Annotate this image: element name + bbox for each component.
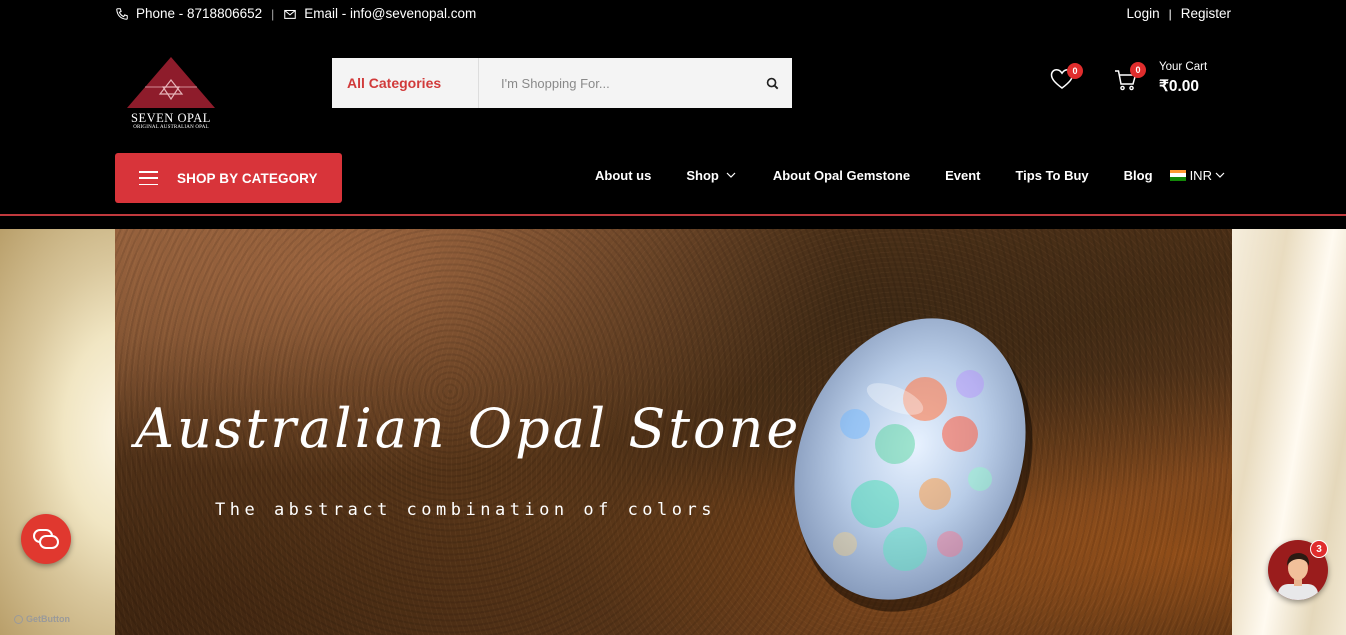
shop-by-category-label: SHOP BY CATEGORY [177,170,318,186]
chevron-down-icon [1215,172,1225,178]
nav-item-event[interactable]: Event [945,168,980,183]
logo-mark [127,57,215,108]
getbutton-icon [14,614,23,624]
nav-item-label: Event [945,167,981,183]
nav-item-label: Blog [1123,167,1153,183]
india-flag-icon [1169,169,1186,181]
cart-total: ₹0.00 [1159,78,1200,95]
login-link[interactable]: Login [1127,6,1160,21]
search-bar: All Categories [332,58,792,108]
nav-item-tips-to-buy[interactable]: Tips To Buy [1015,168,1088,183]
main-nav: About us Shop About Opal Gemstone Event … [595,166,1225,184]
cart-count-badge: 0 [1130,62,1146,78]
currency-label: INR [1189,167,1212,183]
hero-side-image-left [0,229,115,635]
phone-icon [116,7,128,20]
nav-item-label: Tips To Buy [1015,167,1089,183]
nav-item-about-us[interactable]: About us [595,168,651,183]
top-bar: Phone - 8718806652 | Email - info@seveno… [0,0,1346,30]
contact-info: Phone - 8718806652 | Email - info@seveno… [115,6,476,21]
search-icon [766,77,778,89]
nav-item-blog[interactable]: Blog [1124,168,1153,183]
cart-summary[interactable]: Your Cart ₹0.00 [1159,61,1207,96]
hero-subtitle: The abstract combination of colors [215,500,716,520]
nav-item-about-opal-gemstone[interactable]: About Opal Gemstone [773,168,910,183]
hero-slider[interactable]: Australian Opal Stone The abstract combi… [115,229,1232,635]
hero-title: Australian Opal Stone [135,397,802,460]
cart-label: Your Cart [1159,61,1208,73]
header-divider [0,214,1346,216]
opal-stone-image [794,318,1033,612]
currency-selector[interactable]: INR [1169,167,1225,183]
phone-link[interactable]: Phone - 8718806652 [115,6,262,21]
envelope-icon [284,9,297,19]
auth-links: Login | Register [1127,6,1231,21]
wishlist-count-badge: 0 [1067,63,1083,79]
shop-by-category-button[interactable]: SHOP BY CATEGORY [115,153,342,203]
phone-text: Phone - 8718806652 [136,6,263,21]
email-text: Email - info@sevenopal.com [304,6,477,21]
chat-bubbles-icon [33,529,59,549]
chat-widget-button[interactable] [21,514,71,564]
logo-tagline: ORIGINAL AUSTRALIAN OPAL [133,125,209,130]
search-button[interactable] [752,58,792,108]
site-logo[interactable]: SEVEN OPAL ORIGINAL AUSTRALIAN OPAL [125,56,217,132]
nav-item-shop[interactable]: Shop [686,168,736,183]
getbutton-credit[interactable]: GetButton [14,614,70,624]
nav-item-label: About Opal Gemstone [772,167,911,183]
chevron-down-icon [726,172,736,178]
cart-button[interactable]: 0 [1114,62,1146,92]
nav-item-label: Shop [686,167,719,183]
hamburger-icon [139,171,158,185]
nav-item-label: About us [595,167,652,183]
page: Phone - 8718806652 | Email - info@seveno… [0,0,1346,635]
auth-separator: | [1168,6,1172,21]
logo-brand: SEVEN OPAL [131,111,211,125]
category-select[interactable]: All Categories [332,58,479,108]
register-link[interactable]: Register [1181,6,1231,21]
search-input[interactable] [479,58,752,108]
wishlist-button[interactable]: 0 [1050,63,1083,92]
getbutton-label: GetButton [26,614,70,624]
contact-separator: | [271,6,275,21]
email-link[interactable]: Email - info@sevenopal.com [283,6,476,21]
support-notification-badge: 3 [1310,540,1328,558]
